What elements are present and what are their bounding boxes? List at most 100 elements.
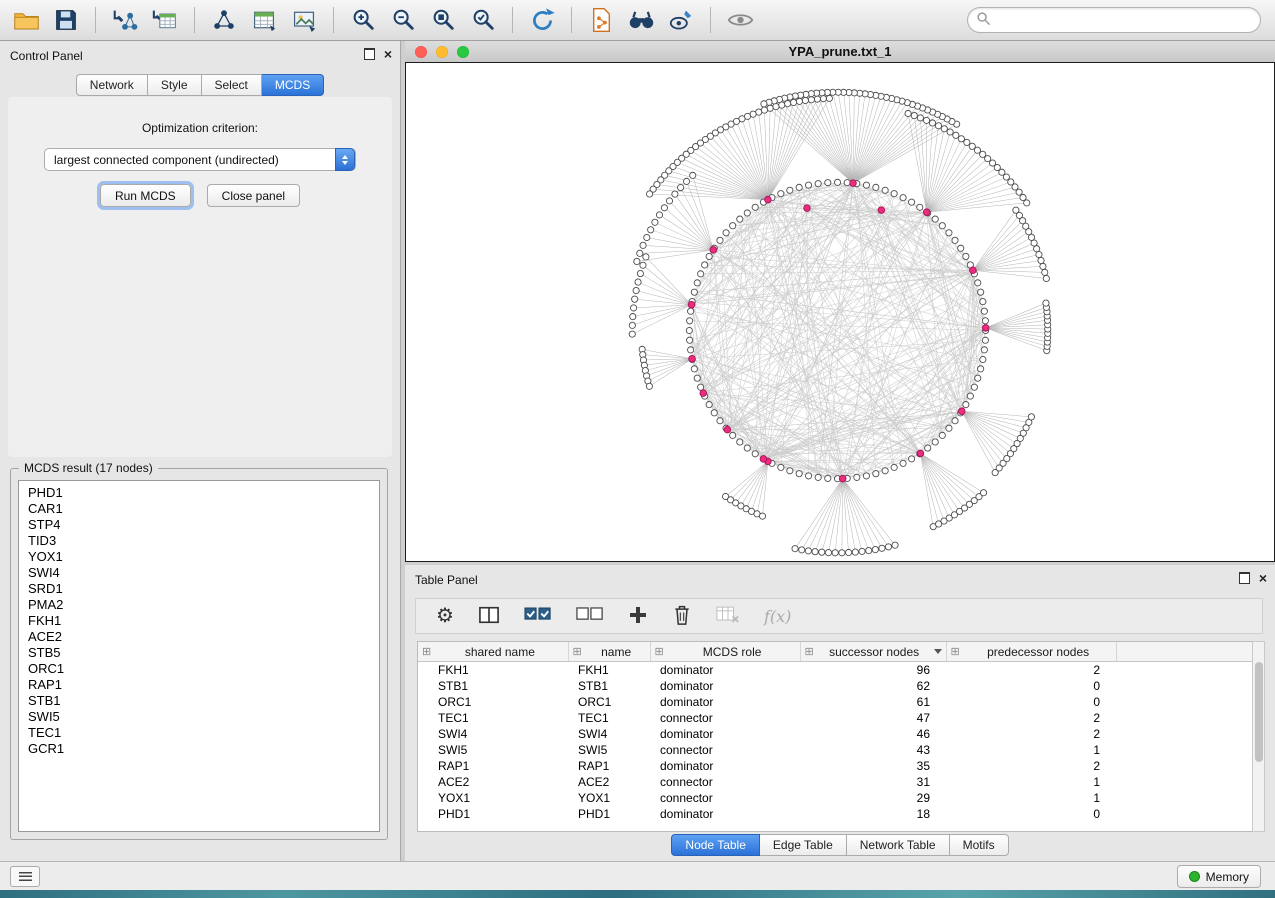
mcds-result-item[interactable]: CAR1 [19, 501, 379, 517]
table-cell[interactable]: YOX1 [418, 790, 568, 806]
table-cell[interactable]: 1 [946, 742, 1116, 758]
tab-mcds[interactable]: MCDS [262, 74, 324, 96]
select-all-button[interactable] [524, 602, 552, 630]
tab-network-table[interactable]: Network Table [847, 834, 950, 856]
table-cell[interactable]: 46 [800, 726, 946, 742]
function-builder-button[interactable]: f(x) [764, 602, 791, 630]
table-cell[interactable]: 1 [946, 774, 1116, 790]
table-cell[interactable]: PHD1 [418, 806, 568, 822]
table-row[interactable]: ACE2ACE2connector311 [418, 774, 1264, 790]
mcds-result-item[interactable]: ORC1 [19, 661, 379, 677]
export-image-button[interactable] [286, 4, 322, 36]
table-cell[interactable]: 0 [946, 694, 1116, 710]
float-panel-icon[interactable] [364, 48, 375, 60]
mcds-result-item[interactable]: RAP1 [19, 677, 379, 693]
memory-button[interactable]: Memory [1177, 865, 1261, 888]
table-cell[interactable]: 29 [800, 790, 946, 806]
table-cell[interactable]: 61 [800, 694, 946, 710]
table-scrollbar[interactable] [1252, 641, 1265, 832]
import-network-button[interactable] [107, 4, 143, 36]
zoom-fit-button[interactable] [425, 4, 461, 36]
table-cell[interactable]: SWI4 [568, 726, 650, 742]
column-header-successor-nodes[interactable]: ⊞successor nodes [800, 642, 946, 662]
column-header-mcds-role[interactable]: ⊞MCDS role [650, 642, 800, 662]
table-cell[interactable]: dominator [650, 694, 800, 710]
find-network-button[interactable] [623, 4, 659, 36]
table-cell[interactable]: SWI5 [418, 742, 568, 758]
table-cell[interactable]: FKH1 [568, 662, 650, 679]
zoom-selected-button[interactable] [465, 4, 501, 36]
open-file-button[interactable] [8, 4, 44, 36]
float-panel-icon[interactable] [1239, 572, 1250, 584]
table-cell[interactable]: FKH1 [418, 662, 568, 679]
mcds-result-item[interactable]: YOX1 [19, 549, 379, 565]
add-column-button[interactable] [628, 602, 648, 630]
table-cell[interactable]: 43 [800, 742, 946, 758]
search-input[interactable] [996, 12, 1252, 28]
table-row[interactable]: TEC1TEC1connector472 [418, 710, 1264, 726]
tab-edge-table[interactable]: Edge Table [760, 834, 847, 856]
table-cell[interactable]: dominator [650, 678, 800, 694]
mcds-result-item[interactable]: STP4 [19, 517, 379, 533]
table-cell[interactable]: dominator [650, 726, 800, 742]
table-cell[interactable]: 0 [946, 806, 1116, 822]
table-cell[interactable]: 47 [800, 710, 946, 726]
column-header-name[interactable]: ⊞name [568, 642, 650, 662]
tab-style[interactable]: Style [148, 74, 202, 96]
table-cell[interactable]: 35 [800, 758, 946, 774]
new-table-button[interactable] [246, 4, 282, 36]
table-cell[interactable]: STB1 [418, 678, 568, 694]
zoom-in-button[interactable] [345, 4, 381, 36]
table-cell[interactable]: ACE2 [568, 774, 650, 790]
table-cell[interactable]: 2 [946, 726, 1116, 742]
mcds-result-item[interactable]: PMA2 [19, 597, 379, 613]
refresh-network-button[interactable] [524, 4, 560, 36]
table-row[interactable]: SWI4SWI4dominator462 [418, 726, 1264, 742]
table-cell[interactable]: connector [650, 774, 800, 790]
deselect-all-button[interactable] [576, 602, 604, 630]
network-graph[interactable] [406, 63, 1274, 561]
tab-node-table[interactable]: Node Table [671, 834, 760, 856]
tab-select[interactable]: Select [202, 74, 262, 96]
mcds-result-item[interactable]: TEC1 [19, 725, 379, 741]
table-cell[interactable]: ACE2 [418, 774, 568, 790]
table-row[interactable]: RAP1RAP1dominator352 [418, 758, 1264, 774]
criterion-dropdown[interactable]: largest connected component (undirected) [44, 148, 356, 171]
show-graphics-details-button[interactable] [722, 4, 758, 36]
table-cell[interactable]: dominator [650, 662, 800, 679]
mcds-result-item[interactable]: STB1 [19, 693, 379, 709]
table-cell[interactable]: 2 [946, 758, 1116, 774]
table-cell[interactable]: RAP1 [568, 758, 650, 774]
table-row[interactable]: FKH1FKH1dominator962 [418, 662, 1264, 679]
table-cell[interactable]: connector [650, 710, 800, 726]
table-cell[interactable]: 2 [946, 710, 1116, 726]
panel-menu-button[interactable] [10, 866, 40, 887]
table-cell[interactable]: 2 [946, 662, 1116, 679]
import-table-button[interactable] [147, 4, 183, 36]
table-cell[interactable]: ORC1 [568, 694, 650, 710]
table-cell[interactable]: STB1 [568, 678, 650, 694]
delete-table-button[interactable] [716, 602, 740, 630]
zoom-out-button[interactable] [385, 4, 421, 36]
table-cell[interactable]: TEC1 [418, 710, 568, 726]
table-row[interactable]: YOX1YOX1connector291 [418, 790, 1264, 806]
mcds-result-item[interactable]: FKH1 [19, 613, 379, 629]
close-panel-icon[interactable]: × [384, 48, 392, 60]
table-cell[interactable]: 96 [800, 662, 946, 679]
new-network-button[interactable] [206, 4, 242, 36]
table-cell[interactable]: 18 [800, 806, 946, 822]
network-canvas[interactable] [405, 62, 1275, 562]
table-row[interactable]: STB1STB1dominator620 [418, 678, 1264, 694]
show-columns-button[interactable] [478, 602, 500, 630]
tab-motifs[interactable]: Motifs [950, 834, 1009, 856]
table-cell[interactable]: PHD1 [568, 806, 650, 822]
run-mcds-button[interactable]: Run MCDS [100, 184, 191, 207]
table-cell[interactable]: ORC1 [418, 694, 568, 710]
close-panel-icon[interactable]: × [1259, 572, 1267, 584]
table-row[interactable]: ORC1ORC1dominator610 [418, 694, 1264, 710]
table-cell[interactable]: 0 [946, 678, 1116, 694]
delete-column-button[interactable] [672, 602, 692, 630]
mcds-result-item[interactable]: SRD1 [19, 581, 379, 597]
column-header-shared-name[interactable]: ⊞shared name [418, 642, 568, 662]
table-cell[interactable]: SWI5 [568, 742, 650, 758]
